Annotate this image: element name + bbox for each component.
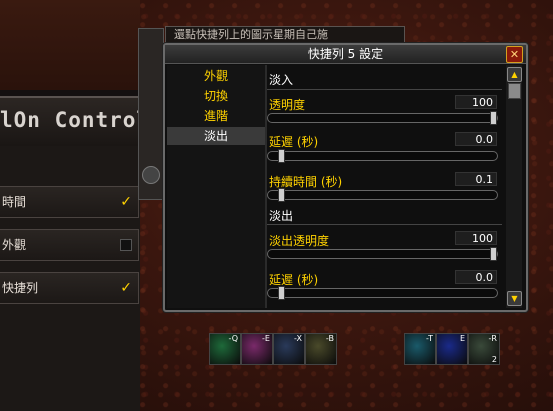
keybind-label: -X [294, 334, 302, 343]
action-slot-4[interactable]: -B [305, 333, 337, 365]
action-slot-3[interactable]: -X [273, 333, 305, 365]
keybind-label: -T [425, 334, 433, 343]
nav-item-toggle[interactable]: 切換 [167, 87, 265, 105]
opacity-slider[interactable] [267, 111, 498, 125]
delay-label: 延遲 (秒) [269, 135, 319, 149]
scroll-down-arrow-icon[interactable]: ▼ [507, 291, 522, 306]
keybind-label: -B [325, 334, 334, 343]
checkmark-icon[interactable]: ✓ [120, 187, 132, 217]
section-divider [267, 224, 502, 225]
fade-out-delay-slider[interactable] [267, 286, 498, 300]
slider-thumb[interactable] [278, 188, 285, 202]
addon-row-label: 時間 [2, 195, 27, 209]
delay-slider[interactable] [267, 149, 498, 163]
checkmark-icon[interactable]: ✓ [120, 273, 132, 303]
keybind-label: E [459, 334, 465, 343]
addon-control-panel: lOn Controll 時間 ✓ 外觀 快捷列 ✓ [0, 0, 163, 411]
actionbar-settings-dialog: 快捷列 5 設定 ✕ 外觀 切換 進階 淡出 淡入 透明度 100 延遲 (秒)… [163, 43, 528, 312]
scroll-up-arrow-icon[interactable]: ▲ [507, 67, 522, 82]
settings-content: 淡入 透明度 100 延遲 (秒) 0.0 持續時間 (秒) 0.1 淡出 淡出… [267, 65, 504, 308]
frame-knob [142, 166, 160, 184]
section-heading-fade-out: 淡出 [269, 209, 294, 223]
action-slot-2[interactable]: -E [241, 333, 273, 365]
keybind-label: -E [262, 334, 270, 343]
keybind-label: -R [488, 334, 497, 343]
scroll-thumb[interactable] [508, 83, 521, 99]
addon-row-label: 外觀 [2, 238, 27, 252]
addon-row-appearance[interactable]: 外觀 [0, 229, 139, 261]
charge-count: 2 [491, 355, 497, 364]
fade-out-opacity-slider[interactable] [267, 247, 498, 261]
close-button[interactable]: ✕ [506, 46, 523, 63]
slider-thumb[interactable] [278, 149, 285, 163]
delay-value[interactable]: 0.0 [455, 132, 497, 146]
fade-out-delay-value[interactable]: 0.0 [455, 270, 497, 284]
slider-thumb[interactable] [490, 111, 497, 125]
fade-out-delay-label: 延遲 (秒) [269, 273, 319, 287]
action-slot-5[interactable]: -T [404, 333, 436, 365]
opacity-label: 透明度 [269, 98, 306, 112]
checkbox-empty[interactable] [120, 239, 132, 251]
panel-top-frame [0, 0, 140, 90]
section-divider [267, 89, 502, 90]
settings-nav: 外觀 切換 進階 淡出 [167, 65, 265, 308]
opacity-value[interactable]: 100 [455, 95, 497, 109]
keybind-label: -Q [228, 334, 238, 343]
fade-out-opacity-value[interactable]: 100 [455, 231, 497, 245]
dialog-title: 快捷列 5 設定 [165, 45, 526, 64]
action-slot-1[interactable]: -Q [209, 333, 241, 365]
nav-item-advanced[interactable]: 進階 [167, 107, 265, 125]
slider-thumb[interactable] [490, 247, 497, 261]
duration-value[interactable]: 0.1 [455, 172, 497, 186]
slider-thumb[interactable] [278, 286, 285, 300]
action-slot-6[interactable]: E [436, 333, 468, 365]
nav-item-appearance[interactable]: 外觀 [167, 67, 265, 85]
tooltip-banner: 還點快捷列上的圖示星期自己施 [165, 26, 405, 44]
nav-item-fade[interactable]: 淡出 [167, 127, 265, 145]
duration-slider[interactable] [267, 188, 498, 202]
fade-out-opacity-label: 淡出透明度 [269, 234, 330, 248]
action-slot-7[interactable]: -R 2 [468, 333, 500, 365]
addon-row-time[interactable]: 時間 ✓ [0, 186, 139, 218]
section-heading-fade-in: 淡入 [269, 73, 294, 87]
scrollbar[interactable]: ▲ ▼ [506, 65, 522, 308]
addon-row-label: 快捷列 [2, 281, 39, 295]
addon-row-actionbar[interactable]: 快捷列 ✓ [0, 272, 139, 304]
